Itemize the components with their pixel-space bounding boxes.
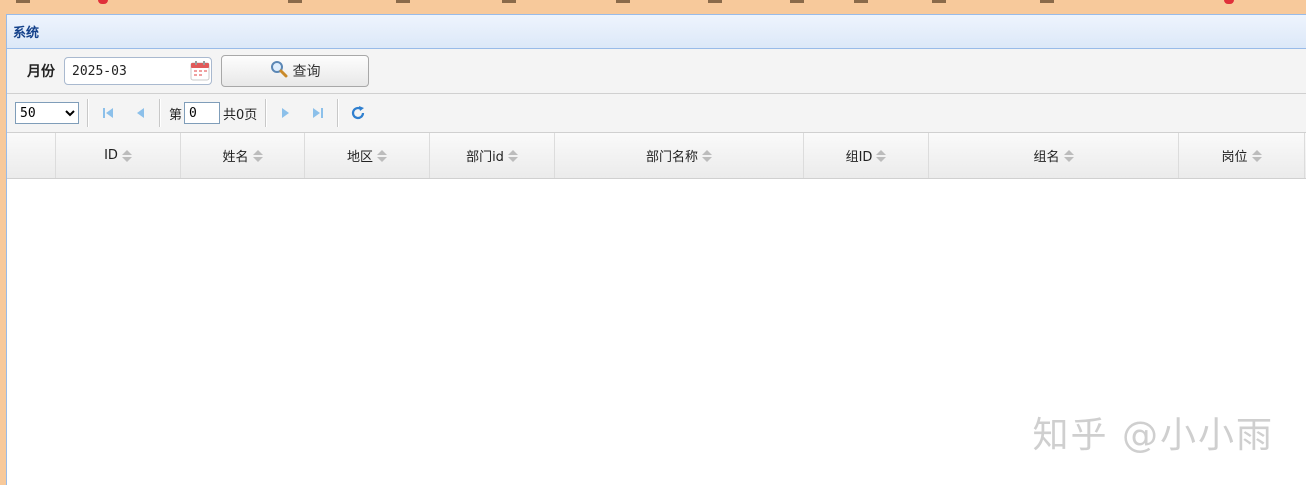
- page-size-select[interactable]: 50: [15, 102, 79, 124]
- column-header-label: 部门id: [466, 150, 504, 165]
- tab-marker: [616, 0, 630, 3]
- sort-icon: [702, 149, 712, 162]
- separator: [337, 99, 340, 127]
- column-header-label: 地区: [346, 150, 373, 165]
- month-input[interactable]: [70, 62, 192, 80]
- query-button-label: 查询: [292, 64, 321, 80]
- column-header-dept-id[interactable]: 部门id: [430, 133, 555, 178]
- column-header-label: 组ID: [845, 150, 873, 165]
- grid-body: 知乎 @小小雨: [7, 179, 1306, 484]
- month-label: 月份: [27, 64, 55, 80]
- tab-marker: [708, 0, 722, 3]
- sort-icon: [377, 149, 387, 162]
- column-header-label: 部门名称: [645, 150, 698, 165]
- column-header-region[interactable]: 地区: [305, 133, 430, 178]
- separator: [159, 99, 161, 127]
- column-header-id[interactable]: ID: [56, 133, 181, 178]
- prev-page-icon[interactable]: [129, 102, 151, 124]
- sort-icon: [121, 149, 132, 162]
- column-header-group-name[interactable]: 组名: [929, 133, 1179, 178]
- sort-icon: [252, 149, 263, 162]
- column-header-label: 岗位: [1221, 150, 1248, 165]
- watermark-text: 知乎 @小小雨: [1032, 415, 1274, 456]
- tab-marker: [854, 0, 868, 3]
- tab-marker: [790, 0, 804, 3]
- tab-marker: [502, 0, 516, 3]
- tab-marker: [396, 0, 410, 3]
- first-page-icon[interactable]: [97, 102, 119, 124]
- top-strip: [0, 0, 1306, 14]
- column-header-label: 组名: [1033, 150, 1060, 165]
- page-number-input[interactable]: [184, 102, 221, 124]
- page-prefix: 第: [169, 107, 183, 123]
- query-toolbar: 月份 2025-03 查询: [7, 49, 1306, 94]
- separator: [87, 99, 89, 127]
- sort-icon: [507, 149, 518, 162]
- tab-marker: [98, 0, 108, 4]
- sort-icon: [1251, 149, 1262, 162]
- query-button[interactable]: 查询: [221, 55, 369, 87]
- panel-header: 系统: [7, 15, 1306, 49]
- last-page-icon[interactable]: [307, 102, 329, 124]
- column-header-label: 姓名: [222, 150, 249, 165]
- grid-header: ID 姓名 地区 部门id 部门名称 组ID 组名 岗位: [7, 133, 1306, 179]
- month-field[interactable]: [64, 57, 212, 85]
- panel-title: 系统: [13, 26, 40, 41]
- tab-marker: [932, 0, 946, 3]
- row-number-column: [7, 133, 56, 178]
- column-header-dept-name[interactable]: 部门名称: [555, 133, 804, 178]
- calendar-icon[interactable]: [190, 60, 210, 82]
- sort-icon: [876, 149, 887, 162]
- refresh-icon[interactable]: [347, 102, 369, 124]
- column-header-group-id[interactable]: 组ID: [804, 133, 929, 178]
- search-icon: [270, 60, 293, 82]
- sort-icon: [1063, 149, 1074, 162]
- column-header-name[interactable]: 姓名: [181, 133, 305, 178]
- column-header-label: ID: [104, 148, 118, 163]
- pagination-bar: 50 第 共0页: [7, 94, 1306, 133]
- column-header-position[interactable]: 岗位: [1179, 133, 1305, 178]
- tab-marker: [1224, 0, 1234, 4]
- tab-marker: [16, 0, 30, 3]
- tab-marker: [1040, 0, 1054, 3]
- tab-marker: [288, 0, 302, 3]
- separator: [265, 99, 268, 127]
- next-page-icon[interactable]: [275, 102, 297, 124]
- system-panel: 系统 月份 2025-03 查询 50 第 0 共0页 ID 姓名 地区 部门i…: [6, 14, 1306, 485]
- page-total: 共0页: [223, 107, 258, 123]
